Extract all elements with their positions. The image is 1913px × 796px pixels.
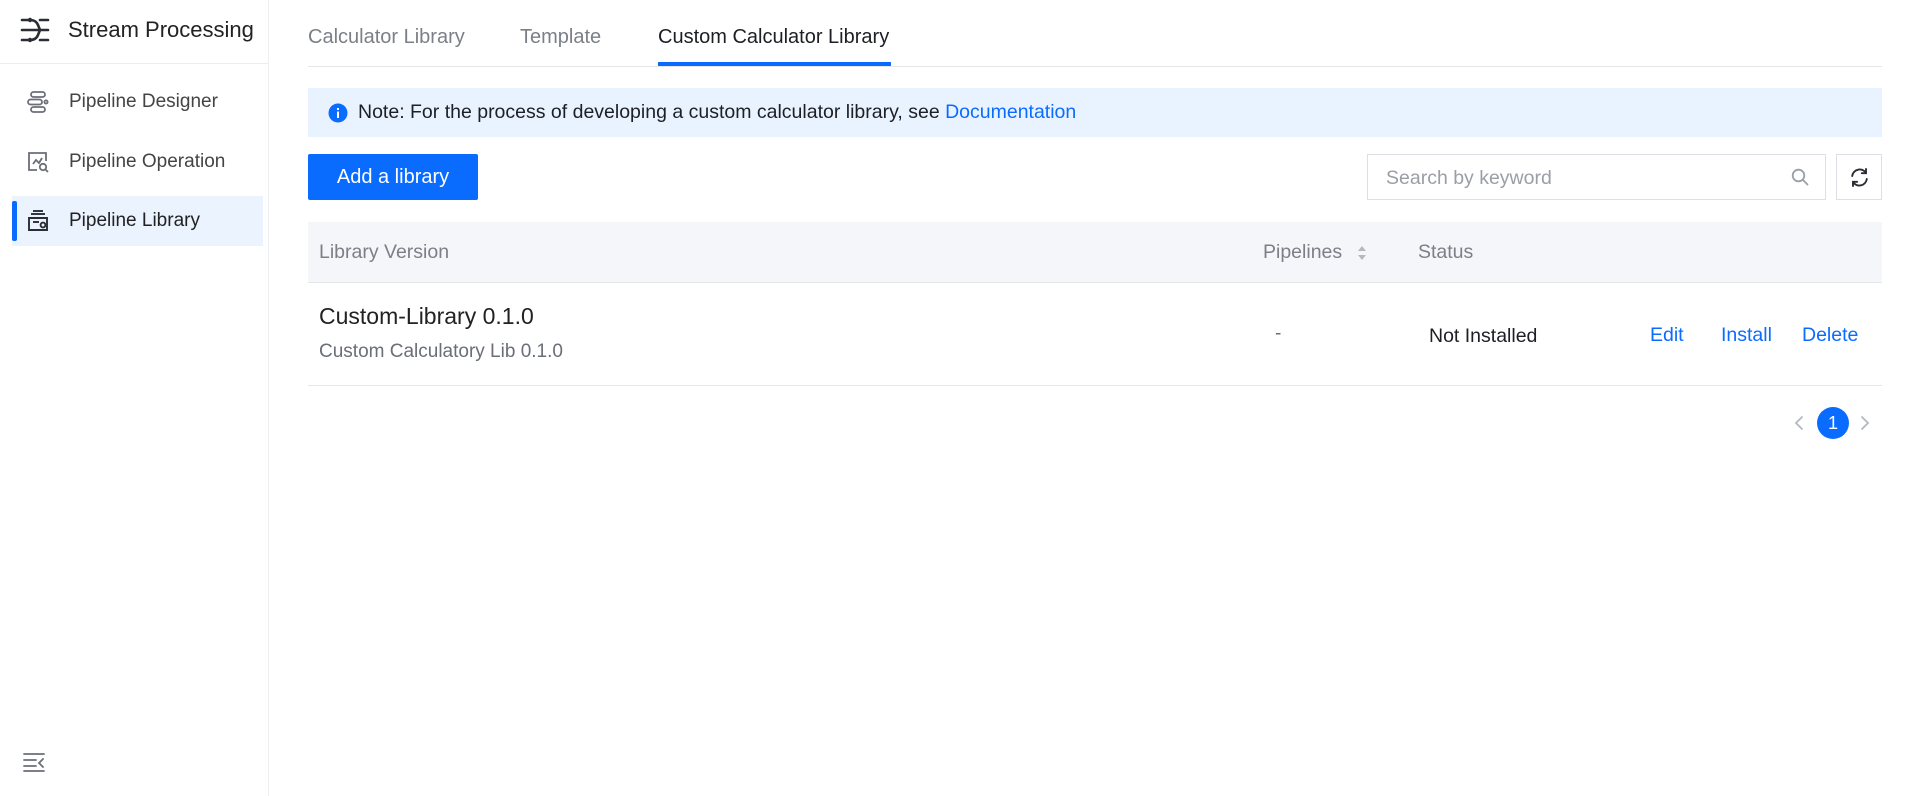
sidebar-item-label: Pipeline Operation bbox=[69, 151, 226, 172]
search-icon[interactable] bbox=[1791, 168, 1809, 186]
tab-template[interactable]: Template bbox=[520, 26, 601, 49]
sidebar: Stream Processing Pipeline Designer Pipe… bbox=[0, 0, 269, 796]
app-root: Stream Processing Pipeline Designer Pipe… bbox=[0, 0, 1913, 796]
info-notice: Note: For the process of developing a cu… bbox=[308, 88, 1882, 137]
search-box bbox=[1367, 154, 1826, 201]
column-header-status: Status bbox=[1418, 241, 1474, 263]
tab-custom-calculator-library[interactable]: Custom Calculator Library bbox=[658, 26, 889, 49]
search-input[interactable] bbox=[1384, 155, 1778, 201]
tab-bar: Calculator Library Template Custom Calcu… bbox=[308, 0, 1882, 67]
sidebar-item-pipeline-designer[interactable]: Pipeline Designer bbox=[12, 77, 263, 127]
documentation-link[interactable]: Documentation bbox=[945, 101, 1076, 123]
notice-message: Note: For the process of developing a cu… bbox=[358, 101, 946, 123]
pipeline-operation-icon bbox=[28, 152, 49, 173]
library-description: Custom Calculatory Lib 0.1.0 bbox=[319, 341, 563, 362]
active-tab-indicator bbox=[658, 62, 891, 66]
collapse-sidebar-icon[interactable] bbox=[22, 751, 46, 773]
delete-button[interactable]: Delete bbox=[1802, 324, 1858, 347]
next-page-icon[interactable] bbox=[1857, 414, 1873, 432]
pipeline-designer-icon bbox=[27, 91, 49, 113]
library-table: Library Version Pipelines Status Custom-… bbox=[308, 222, 1882, 386]
refresh-icon bbox=[1851, 168, 1868, 187]
column-header-library-version: Library Version bbox=[319, 241, 450, 263]
stream-processing-logo-icon bbox=[20, 17, 50, 43]
library-name: Custom-Library 0.1.0 bbox=[319, 303, 534, 329]
main-content: Calculator Library Template Custom Calcu… bbox=[269, 0, 1913, 796]
pipelines-count: - bbox=[1275, 323, 1282, 344]
previous-page-icon[interactable] bbox=[1791, 414, 1807, 432]
add-library-button[interactable]: Add a library bbox=[308, 154, 478, 200]
sidebar-item-label: Pipeline Library bbox=[69, 210, 200, 231]
info-icon bbox=[328, 103, 348, 123]
refresh-button[interactable] bbox=[1836, 154, 1882, 200]
page-number[interactable]: 1 bbox=[1817, 407, 1849, 439]
column-header-pipelines[interactable]: Pipelines bbox=[1263, 241, 1342, 264]
sidebar-item-pipeline-library[interactable]: Pipeline Library bbox=[12, 196, 263, 246]
sort-icon[interactable] bbox=[1356, 244, 1368, 262]
sidebar-item-label: Pipeline Designer bbox=[69, 91, 218, 112]
sidebar-item-pipeline-operation[interactable]: Pipeline Operation bbox=[12, 137, 263, 187]
table-row: Custom-Library 0.1.0 Custom Calculatory … bbox=[308, 283, 1882, 386]
tab-calculator-library[interactable]: Calculator Library bbox=[308, 26, 465, 49]
notice-text: Note: For the process of developing a cu… bbox=[358, 101, 1076, 124]
edit-button[interactable]: Edit bbox=[1650, 324, 1684, 347]
install-button[interactable]: Install bbox=[1721, 324, 1772, 347]
table-header: Library Version Pipelines Status bbox=[308, 222, 1882, 283]
pipeline-library-icon bbox=[28, 210, 48, 231]
sidebar-header: Stream Processing bbox=[0, 0, 268, 64]
app-title: Stream Processing bbox=[68, 17, 254, 42]
status-text: Not Installed bbox=[1429, 325, 1538, 347]
